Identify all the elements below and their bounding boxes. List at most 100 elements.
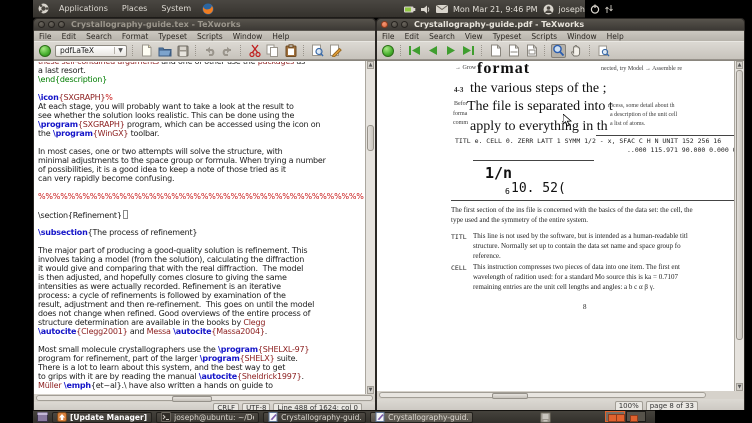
first-page-button[interactable] [407,44,422,58]
editor-line[interactable]: \icon{SXGRAPH}% [38,93,364,102]
undo-button[interactable] [202,44,217,58]
scroll-down-arrow[interactable]: ▼ [736,383,743,391]
engine-select[interactable]: pdfLaTeX ▼ [55,44,127,57]
pdf-vertical-scrollbar[interactable]: ▲ ▼ [734,61,744,391]
menu-item-file[interactable]: File [34,32,57,41]
next-page-button[interactable] [443,44,458,58]
menu-item-search[interactable]: Search [424,32,460,41]
menu-item-view[interactable]: View [460,32,488,41]
hscrollbar-thumb[interactable] [492,393,528,399]
fit-width-button[interactable] [506,44,521,58]
menu-item-applications[interactable]: Applications [52,4,115,13]
open-button[interactable] [157,44,172,58]
last-page-button[interactable] [461,44,476,58]
fit-window-button[interactable] [524,44,539,58]
editor-line[interactable]: involves taking a model (from the soluti… [38,255,364,264]
editor-line[interactable]: a last resort. [38,66,364,75]
typeset-button[interactable] [37,44,52,58]
save-button[interactable] [175,44,190,58]
menu-item-format[interactable]: Format [117,32,153,41]
firefox-icon[interactable] [202,3,214,15]
editor-line[interactable]: Müller \emph{et~al}.\ have also written … [38,381,364,390]
magnifier-tool-button[interactable] [551,43,566,58]
menu-item-scripts[interactable]: Scripts [192,32,228,41]
editor-titlebar[interactable]: Crystallography-guide.tex - TeXworks [34,19,375,30]
menu-item-search[interactable]: Search [81,32,117,41]
menu-item-edit[interactable]: Edit [400,32,425,41]
paste-button[interactable] [283,44,298,58]
power-icon[interactable] [590,4,600,14]
editor-content[interactable]: these self-contained arguments and one o… [34,60,375,394]
menu-item-system[interactable]: System [154,4,198,13]
editor-line[interactable]: At each stage, you will probably want to… [38,102,364,111]
editor-line[interactable]: of possibilities, it is a good idea to k… [38,165,364,174]
workspace-2[interactable] [626,411,646,422]
editor-line[interactable]: There is a lot to learn about this syste… [38,363,364,372]
previous-page-button[interactable] [425,44,440,58]
replace-button[interactable] [328,44,343,58]
menu-item-typeset[interactable]: Typeset [153,32,192,41]
editor-line[interactable]: \section{Refinement} [38,210,364,219]
editor-line[interactable]: is then adjusted, and hopefully comes cl… [38,273,364,282]
find-button[interactable] [310,44,325,58]
menu-item-window[interactable]: Window [562,32,602,41]
editor-line[interactable] [38,336,364,345]
user-menu-icon[interactable] [543,4,554,15]
scroll-up-arrow[interactable]: ▲ [367,61,374,69]
maximize-button[interactable] [58,21,65,28]
editor-line[interactable]: \subsection{The process of refinement} [38,228,364,237]
hscrollbar-thumb[interactable] [172,396,212,402]
workspace-1[interactable] [605,411,625,422]
scrollbar-thumb[interactable] [367,125,374,151]
editor-line[interactable] [38,237,364,246]
username[interactable]: joseph [559,5,585,14]
editor-line[interactable]: to grips with it are by reading the manu… [38,372,364,381]
menu-item-scripts[interactable]: Scripts [526,32,562,41]
editor-line[interactable]: it would give and comparing that with th… [38,264,364,273]
menu-item-file[interactable]: File [377,32,400,41]
minimize-button[interactable] [48,21,55,28]
menu-item-edit[interactable]: Edit [57,32,82,41]
scrollbar-thumb[interactable] [736,70,743,340]
editor-line[interactable] [38,84,364,93]
editor-text[interactable]: these self-contained arguments and one o… [38,62,364,390]
close-button[interactable] [38,21,45,28]
taskbar-window-button[interactable]: Crystallography-guid... [263,411,367,423]
editor-line[interactable]: result, adjustment and then re-refinemen… [38,300,364,309]
editor-vertical-scrollbar[interactable]: ▲ ▼ [365,61,375,394]
menu-item-typeset[interactable]: Typeset [488,32,527,41]
editor-line[interactable]: In most cases, one or two attempts will … [38,147,364,156]
menu-item-window[interactable]: Window [228,32,268,41]
hand-tool-button[interactable] [569,44,584,58]
maximize-button[interactable] [401,21,408,28]
editor-line[interactable]: does not change when refined. Good overv… [38,309,364,318]
minimize-button[interactable] [391,21,398,28]
editor-line[interactable]: intensities as were actually recorded. R… [38,282,364,291]
editor-line[interactable] [38,219,364,228]
editor-line[interactable]: \program{SXGRAPH} program, which can be … [38,120,364,129]
scroll-down-arrow[interactable]: ▼ [367,386,374,394]
editor-line[interactable]: see whether the solution looks realistic… [38,111,364,120]
editor-line[interactable] [38,201,364,210]
taskbar-window-button[interactable]: [Update Manager] [52,411,153,423]
mail-indicator-icon[interactable] [436,5,448,13]
editor-line[interactable]: %%%%%%%%%%%%%%%%%%%%%%%%%%%%%%%%%%%%%%%%… [38,192,364,201]
volume-icon[interactable] [421,5,431,14]
editor-line[interactable]: can very rapidly become confusing. [38,174,364,183]
editor-line[interactable]: \autocite{Clegg2001} and Messa \autocite… [38,327,364,336]
menu-item-places[interactable]: Places [115,4,154,13]
ubuntu-logo-icon[interactable] [38,3,49,14]
editor-horizontal-scrollbar[interactable] [34,394,375,402]
new-file-button[interactable] [139,44,154,58]
editor-line[interactable]: program for refinement, part of the larg… [38,354,364,363]
close-button[interactable] [381,21,388,28]
editor-line[interactable] [38,183,364,192]
editor-line[interactable]: process: a cycle of refinements is follo… [38,291,364,300]
pdf-page[interactable]: → Grow t nected, try Model → Assemble re… [377,60,744,391]
actual-size-button[interactable] [488,44,503,58]
typeset-button[interactable] [380,44,395,58]
editor-line[interactable] [38,138,364,147]
editor-line[interactable]: The major part of producing a good-quali… [38,246,364,255]
editor-line[interactable]: Most small molecule crystallographers us… [38,345,364,354]
editor-line[interactable]: the \program{WinGX} toolbar. [38,129,364,138]
